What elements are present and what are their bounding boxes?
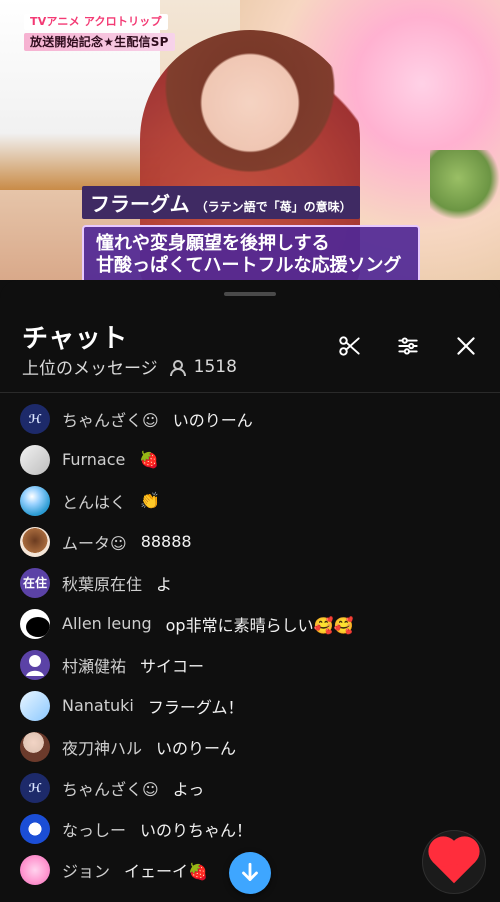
avatar[interactable] (20, 649, 50, 680)
chat-message[interactable]: Allen leung op非常に素晴らしい🥰🥰 (0, 603, 500, 644)
default-user-icon (26, 654, 44, 676)
heart-icon (432, 840, 476, 884)
viewer-count: 1518 (193, 356, 237, 377)
caption-title: フラーグム （ラテン語で「苺」の意味） (82, 186, 360, 219)
chat-message[interactable]: とんはく 👏 (0, 480, 500, 521)
chat-message[interactable]: 村瀬健祐 サイコー (0, 644, 500, 685)
chat-message[interactable]: なっしー いのりちゃん！ (0, 808, 500, 849)
message-text: よっ (172, 779, 205, 799)
video-player[interactable]: TVアニメ アクロトリップ 放送開始記念★生配信SP フラーグム （ラテン語で「苺… (0, 0, 500, 280)
chat-message[interactable]: ムータ☺ 88888 (0, 521, 500, 562)
video-background-plant (430, 150, 500, 220)
caption-line-2: 甘酸っぱくてハートフルな応援ソング (96, 255, 402, 276)
chat-message[interactable]: 夜刀神ハル いのりーん (0, 726, 500, 767)
message-author[interactable]: Allen leung (62, 614, 152, 633)
message-author[interactable]: なっしー (62, 817, 126, 841)
message-author[interactable]: Nanatuki (62, 696, 134, 715)
reaction-button[interactable] (422, 830, 486, 894)
chat-subtitle[interactable]: 上位のメッセージ (22, 354, 158, 379)
program-badge-line1: TVアニメ アクロトリップ (24, 14, 168, 30)
avatar[interactable] (20, 854, 50, 885)
avatar[interactable] (20, 813, 50, 844)
chat-message[interactable]: 在住 秋葉原在住 よ (0, 562, 500, 603)
avatar[interactable]: ℋ (20, 403, 50, 434)
chat-header-actions (336, 332, 480, 360)
arrow-down-icon (242, 862, 258, 881)
message-text: いのりーん (172, 410, 253, 430)
message-author[interactable]: とんはく (62, 489, 126, 513)
avatar[interactable] (20, 444, 50, 475)
avatar[interactable] (20, 526, 50, 557)
caption-title-note: （ラテン語で「苺」の意味） (195, 200, 352, 214)
message-author[interactable]: Furnace (62, 450, 125, 469)
message-text: op非常に素晴らしい🥰🥰 (165, 615, 354, 635)
avatar-label: ℋ (28, 411, 42, 426)
message-author[interactable]: ムータ☺ (62, 530, 127, 554)
message-text: イェーイ🍓 (124, 861, 208, 881)
caption-line-1: 憧れや変身願望を後押しする (96, 233, 330, 254)
filter-button[interactable] (394, 332, 422, 360)
message-text: 👏 (140, 491, 160, 510)
scissors-button[interactable] (336, 332, 364, 360)
chat-message[interactable]: ℋ ちゃんざく☺ いのりーん (0, 398, 500, 439)
message-text: よ (156, 574, 173, 594)
program-badge-line2: 放送開始記念★生配信SP (24, 33, 175, 51)
message-text: いのりーん (156, 738, 237, 758)
avatar-label: 在住 (22, 576, 47, 590)
avatar[interactable] (20, 608, 50, 639)
close-button[interactable] (452, 332, 480, 360)
chat-subtitle-row: 上位のメッセージ 1518 (22, 354, 237, 380)
message-text: 🍓 (139, 450, 160, 469)
message-author[interactable]: ちゃんざく☺ (62, 407, 159, 431)
chat-divider (0, 392, 500, 393)
message-author[interactable]: ジョン (62, 858, 110, 882)
sheet-drag-handle[interactable] (224, 292, 276, 296)
chat-message[interactable]: Nanatuki フラーグム！ (0, 685, 500, 726)
scroll-to-latest-button[interactable] (229, 852, 271, 894)
avatar[interactable]: ℋ (20, 772, 50, 803)
chat-message[interactable]: Furnace 🍓 (0, 439, 500, 480)
chat-message[interactable]: ℋ ちゃんざく☺ よっ (0, 767, 500, 808)
message-text: いのりちゃん！ (140, 820, 253, 840)
message-text: フラーグム！ (147, 697, 244, 717)
avatar-label: ℋ (28, 780, 42, 795)
message-author[interactable]: ちゃんざく☺ (62, 776, 159, 800)
chat-messages[interactable]: ℋ ちゃんざく☺ いのりーん Furnace 🍓 とんはく 👏 ムータ☺ 888… (0, 398, 500, 902)
user-icon (168, 359, 186, 376)
program-badge: TVアニメ アクロトリップ 放送開始記念★生配信SP (24, 14, 175, 51)
video-caption: フラーグム （ラテン語で「苺」の意味） 憧れや変身願望を後押しする 甘酸っぱくてハ… (82, 186, 420, 280)
avatar[interactable] (20, 690, 50, 721)
message-text: 88888 (140, 532, 192, 551)
message-author[interactable]: 村瀬健祐 (62, 653, 126, 677)
scissors-icon (339, 336, 360, 356)
caption-title-main: フラーグム (90, 192, 190, 216)
avatar[interactable] (20, 731, 50, 762)
message-text: サイコー (140, 656, 205, 676)
close-icon (457, 337, 475, 355)
avatar[interactable] (20, 485, 50, 516)
message-author[interactable]: 夜刀神ハル (62, 735, 142, 759)
message-author[interactable]: 秋葉原在住 (62, 571, 142, 595)
avatar-mark (26, 616, 50, 637)
avatar[interactable]: 在住 (20, 567, 50, 598)
sliders-icon (398, 337, 418, 355)
chat-sheet: チャット 上位のメッセージ 1518 ℋ ちゃんざく☺ いのりーん Furnac… (0, 280, 500, 902)
caption-box: 憧れや変身願望を後押しする 甘酸っぱくてハートフルな応援ソング (82, 225, 420, 280)
